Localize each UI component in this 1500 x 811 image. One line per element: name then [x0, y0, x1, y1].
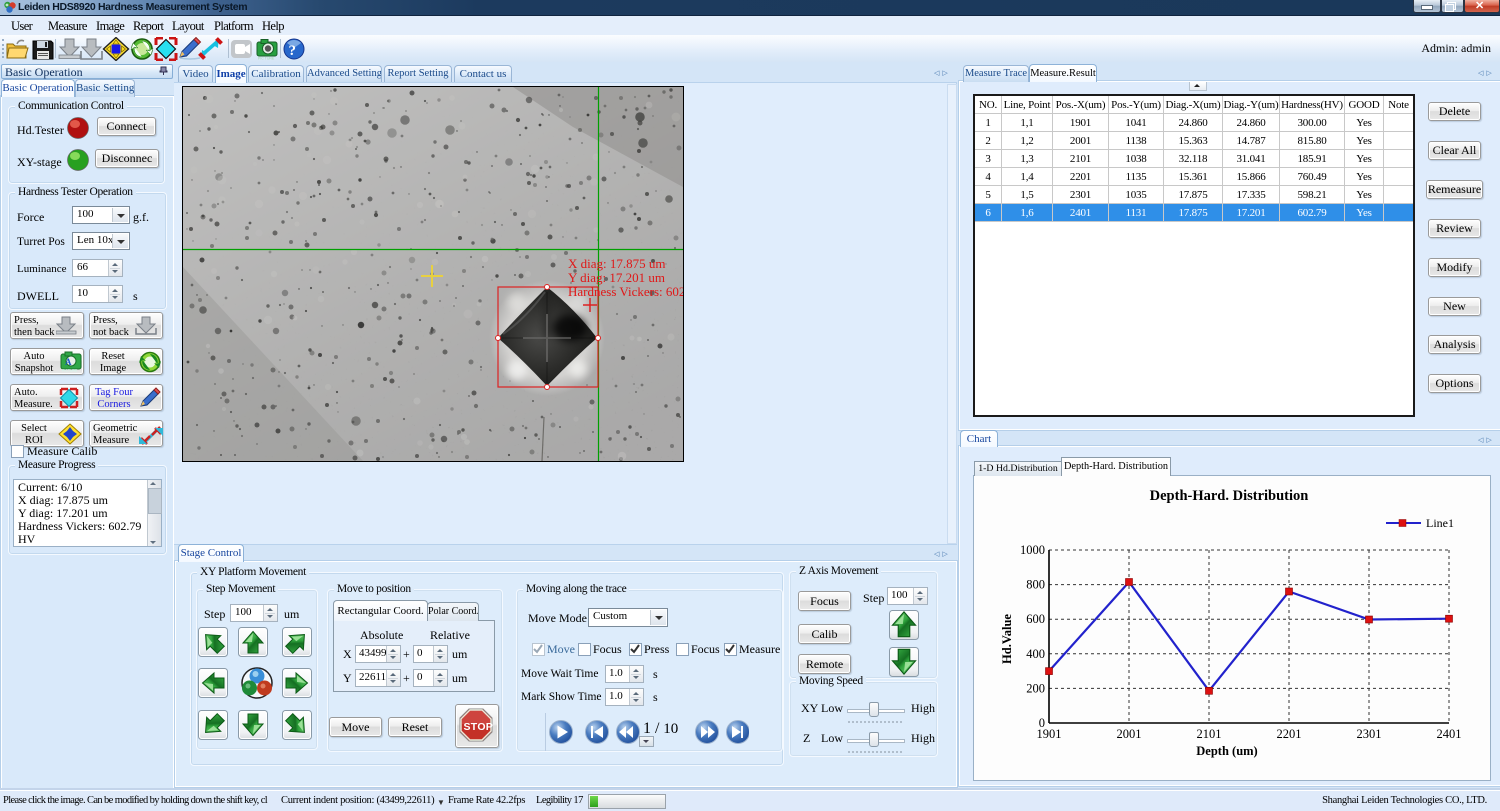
svg-text:STOP: STOP — [464, 721, 494, 733]
svg-text:2401: 2401 — [1437, 727, 1462, 741]
svg-text:2101: 2101 — [1197, 727, 1222, 741]
svg-text:2001: 2001 — [1117, 727, 1142, 741]
svg-text:800: 800 — [1026, 578, 1045, 592]
svg-text:Hardness Vickers: 602: Hardness Vickers: 602 — [568, 284, 684, 299]
svg-text:1000: 1000 — [1020, 543, 1045, 557]
svg-text:200: 200 — [1026, 681, 1045, 695]
svg-text:PICTURE: PICTURE — [62, 369, 78, 373]
svg-text:Line1: Line1 — [1426, 516, 1454, 530]
svg-text:Y diag: 17.201 um: Y diag: 17.201 um — [568, 270, 665, 285]
svg-text:Depth (um): Depth (um) — [1196, 744, 1257, 758]
svg-text:?: ? — [289, 43, 297, 59]
svg-text:Hd.Value: Hd.Value — [1000, 614, 1014, 664]
svg-text:400: 400 — [1026, 647, 1045, 661]
svg-text:A: A — [65, 357, 72, 367]
svg-text:2301: 2301 — [1357, 727, 1382, 741]
svg-text:2201: 2201 — [1277, 727, 1302, 741]
svg-text:PIC TURE: PIC TURE — [258, 57, 275, 61]
svg-text:Depth-Hard. Distribution: Depth-Hard. Distribution — [1150, 488, 1309, 504]
svg-text:X diag: 17.875 um: X diag: 17.875 um — [568, 256, 666, 271]
svg-text:600: 600 — [1026, 612, 1045, 626]
svg-text:1901: 1901 — [1037, 727, 1062, 741]
